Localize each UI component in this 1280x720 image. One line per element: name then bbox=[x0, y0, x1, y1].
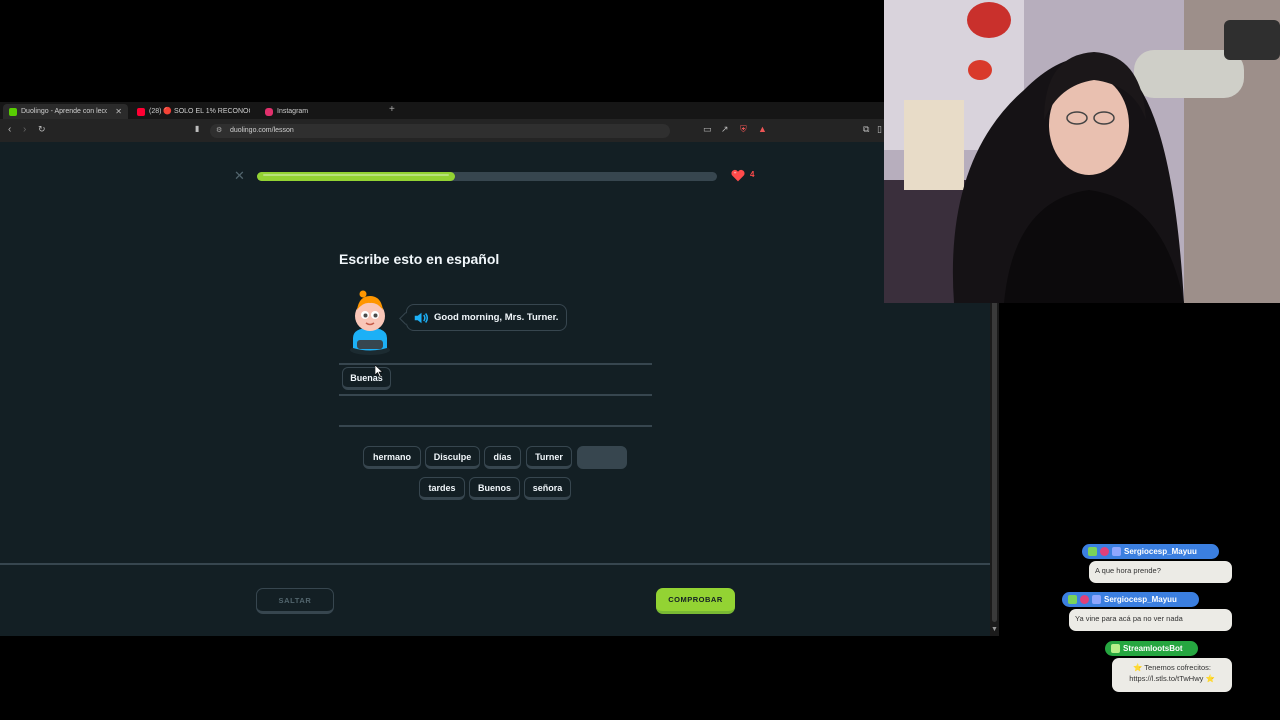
tab-duolingo[interactable]: Duolingo - Aprende con lecciones ✕ bbox=[3, 104, 128, 119]
sub-badge-icon bbox=[1068, 595, 1077, 604]
used-word-placeholder bbox=[577, 446, 627, 469]
heart-icon bbox=[731, 169, 745, 182]
progress-fill bbox=[257, 172, 455, 181]
speaker-icon[interactable] bbox=[414, 312, 429, 324]
youtube-favicon-icon bbox=[137, 107, 145, 116]
tab-label: (28) 🔴 SOLO EL 1% RECONOCE TO... bbox=[149, 108, 250, 115]
share-icon[interactable]: ↗ bbox=[721, 124, 729, 135]
rewards-icon[interactable]: ▲ bbox=[758, 124, 767, 134]
character-avatar-icon bbox=[350, 290, 390, 355]
close-lesson-icon[interactable]: ✕ bbox=[234, 168, 245, 184]
chat-username-badge: Sergiocesp_Mayuu bbox=[1082, 544, 1219, 559]
chat-message: ⭐ Tenemos cofrecitos: https://l.stls.to/… bbox=[1112, 658, 1232, 692]
instagram-favicon-icon bbox=[265, 107, 273, 116]
extensions-icon[interactable]: ⧉ bbox=[863, 124, 869, 135]
word-bank-chip[interactable]: Disculpe bbox=[425, 446, 480, 469]
exercise-title: Escribe esto en español bbox=[339, 251, 500, 267]
chat-message: Ya vine para acá pa no ver nada bbox=[1069, 609, 1232, 631]
duolingo-favicon-icon bbox=[9, 107, 17, 116]
word-bank-chip[interactable]: días bbox=[484, 446, 521, 469]
bookmark-icon[interactable]: ▮ bbox=[195, 124, 199, 133]
tab-label: Duolingo - Aprende con lecciones bbox=[21, 108, 108, 115]
word-bank-chip[interactable]: hermano bbox=[363, 446, 421, 469]
tab-instagram[interactable]: Instagram bbox=[259, 104, 384, 119]
bot-badge-icon bbox=[1111, 644, 1120, 653]
browser-window: Duolingo - Aprende con lecciones ✕ (28) … bbox=[0, 102, 884, 142]
emote-badge-icon bbox=[1092, 595, 1101, 604]
chat-message: A que hora prende? bbox=[1089, 561, 1232, 583]
check-button[interactable]: COMPROBAR bbox=[656, 588, 735, 614]
answer-line bbox=[339, 394, 652, 396]
streamer-camera-image bbox=[884, 0, 1280, 303]
webcam-overlay bbox=[884, 0, 1280, 303]
tab-bar: Duolingo - Aprende con lecciones ✕ (28) … bbox=[0, 102, 884, 119]
progress-highlight bbox=[263, 174, 449, 176]
brave-shield-icon[interactable]: ⛨ bbox=[740, 124, 747, 135]
url-text: duolingo.com/lesson bbox=[230, 127, 294, 134]
answer-word-chip[interactable]: Buenas bbox=[342, 367, 391, 390]
word-bank-chip[interactable]: tardes bbox=[419, 477, 465, 500]
chat-username: Sergiocesp_Mayuu bbox=[1104, 595, 1177, 604]
back-icon[interactable]: ‹ bbox=[8, 124, 11, 135]
sidebar-icon[interactable]: ▯ bbox=[877, 124, 882, 135]
tab-label: Instagram bbox=[277, 108, 309, 115]
site-info-icon[interactable]: ⚙ bbox=[216, 124, 222, 138]
lesson-progress-bar bbox=[257, 172, 717, 181]
navigation-bar: ‹ › ↻ ▮ ⚙ duolingo.com/lesson ▭ ↗ ⛨ ▲ ⧉ … bbox=[0, 119, 884, 142]
emote-badge-icon bbox=[1112, 547, 1121, 556]
answer-line bbox=[339, 425, 652, 427]
reload-icon[interactable]: ↻ bbox=[38, 124, 46, 135]
lesson-page bbox=[0, 142, 990, 636]
address-bar[interactable]: ⚙ duolingo.com/lesson bbox=[210, 124, 670, 138]
new-tab-button[interactable]: + bbox=[389, 104, 395, 115]
heart-badge-icon bbox=[1080, 595, 1089, 604]
scroll-down-icon[interactable]: ▼ bbox=[991, 626, 998, 633]
sub-badge-icon bbox=[1088, 547, 1097, 556]
word-bank-chip[interactable]: Buenos bbox=[469, 477, 520, 500]
speech-bubble[interactable]: Good morning, Mrs. Turner. bbox=[399, 304, 568, 331]
chat-username: StreamlootsBot bbox=[1123, 644, 1183, 653]
close-tab-icon[interactable]: ✕ bbox=[115, 104, 122, 119]
forward-icon[interactable]: › bbox=[23, 124, 26, 135]
scrollbar-thumb[interactable] bbox=[992, 300, 997, 622]
footer-divider bbox=[0, 563, 990, 565]
answer-line bbox=[339, 363, 652, 365]
heart-badge-icon bbox=[1100, 547, 1109, 556]
hearts-count: 4 bbox=[750, 170, 755, 179]
mouse-cursor-icon bbox=[375, 365, 383, 377]
cast-icon[interactable]: ▭ bbox=[703, 124, 712, 135]
chat-username-badge: StreamlootsBot bbox=[1105, 641, 1198, 656]
chat-username: Sergiocesp_Mayuu bbox=[1124, 547, 1197, 556]
skip-button[interactable]: SALTAR bbox=[256, 588, 334, 614]
chat-username-badge: Sergiocesp_Mayuu bbox=[1062, 592, 1199, 607]
word-bank-chip[interactable]: Turner bbox=[526, 446, 572, 469]
tab-youtube[interactable]: (28) 🔴 SOLO EL 1% RECONOCE TO... bbox=[131, 104, 256, 119]
word-bank-chip[interactable]: señora bbox=[524, 477, 571, 500]
prompt-sentence: Good morning, Mrs. Turner. bbox=[434, 312, 559, 323]
